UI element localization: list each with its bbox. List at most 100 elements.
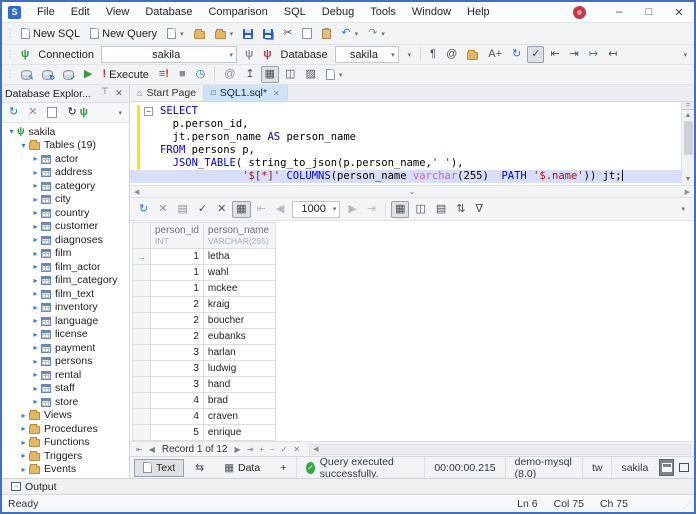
cell-person-id[interactable]: 3 xyxy=(151,361,204,377)
comment-lines-button[interactable]: ↦ xyxy=(585,46,602,63)
code-line-3[interactable]: jt.person_name AS person_name xyxy=(130,131,681,144)
table-row[interactable]: 4craven xyxy=(133,409,276,425)
run-button[interactable]: ▶ xyxy=(80,66,96,83)
table-row[interactable]: 2eubanks xyxy=(133,329,276,345)
expand-icon[interactable]: ▸ xyxy=(30,289,41,298)
maximize-button[interactable]: □ xyxy=(634,3,664,22)
refresh-intellisense-button[interactable]: ↻ xyxy=(508,46,525,63)
splitter-handle[interactable]: = xyxy=(682,102,694,110)
cell-person-name[interactable]: enrique xyxy=(203,425,275,441)
reconnect-button[interactable] xyxy=(38,66,57,83)
cell-person-id[interactable]: 4 xyxy=(151,393,204,409)
toolbar-overflow-button[interactable]: ▾ xyxy=(678,46,691,63)
expand-icon[interactable]: ▸ xyxy=(30,316,41,325)
cell-person-name[interactable]: kraig xyxy=(203,297,275,313)
collapse-icon[interactable]: ▾ xyxy=(6,127,17,136)
row-gutter[interactable] xyxy=(133,361,151,377)
cell-person-id[interactable]: 1 xyxy=(151,281,204,297)
results-revert-button[interactable]: ✕ xyxy=(213,201,230,218)
expand-icon[interactable]: ▸ xyxy=(30,249,41,258)
expand-icon[interactable]: ▸ xyxy=(30,303,41,312)
new-sql-button[interactable]: New SQL xyxy=(17,25,84,42)
open-containing-folder-button[interactable] xyxy=(463,46,482,63)
close-connection-button[interactable]: ψ xyxy=(259,46,275,63)
comment-format-button[interactable]: ¶ xyxy=(426,46,440,63)
expand-icon[interactable]: ▸ xyxy=(30,168,41,177)
menu-sql[interactable]: SQL xyxy=(276,4,314,20)
new-document-button[interactable]: ▾ xyxy=(163,25,188,42)
page-last-button[interactable]: ⇥ xyxy=(363,201,380,218)
cell-person-name[interactable]: hand xyxy=(203,377,275,393)
table-row[interactable]: 3hand xyxy=(133,377,276,393)
paste-button[interactable] xyxy=(318,25,335,42)
scroll-right-icon[interactable]: ▶ xyxy=(681,188,694,196)
filter-button[interactable]: ∇ xyxy=(472,201,487,218)
tree-item-rental[interactable]: ▸rental xyxy=(2,368,129,382)
column-visibility-button[interactable]: ▤ xyxy=(432,201,450,218)
expand-icon[interactable]: ▸ xyxy=(30,181,41,190)
tree-item-sakila[interactable]: ▾ψsakila xyxy=(2,125,129,139)
tree-item-triggers[interactable]: ▸Triggers xyxy=(2,449,129,463)
cell-person-name[interactable]: brad xyxy=(203,393,275,409)
tab-output[interactable]: → Output xyxy=(7,481,61,493)
tree-item-events[interactable]: ▸Events xyxy=(2,463,129,477)
open-file-button[interactable] xyxy=(190,25,209,42)
query-history-button[interactable]: ◷ xyxy=(192,66,210,83)
database-dropdown-button[interactable]: ▾ xyxy=(403,46,416,63)
save-button[interactable] xyxy=(239,25,257,42)
row-gutter[interactable] xyxy=(133,281,151,297)
tree-item-tables-19-[interactable]: ▾Tables (19) xyxy=(2,139,129,153)
tree-item-film-category[interactable]: ▸film_category xyxy=(2,274,129,288)
explorer-refresh-button[interactable]: ↻ xyxy=(5,104,22,121)
scroll-left-icon[interactable]: ◀ xyxy=(130,188,143,196)
uncomment-lines-button[interactable]: ↤ xyxy=(604,46,621,63)
expand-icon[interactable]: ▸ xyxy=(18,451,29,460)
tree-item-inventory[interactable]: ▸inventory xyxy=(2,301,129,315)
tree-item-city[interactable]: ▸city xyxy=(2,193,129,207)
table-row[interactable]: →1letha xyxy=(133,249,276,265)
explorer-overflow-button[interactable]: ▾ xyxy=(113,104,126,121)
grid-view-button[interactable]: ▦ xyxy=(391,201,409,218)
tree-item-language[interactable]: ▸language xyxy=(2,314,129,328)
code-line-1[interactable]: SELECT xyxy=(130,105,681,118)
format-sql-button[interactable]: ✓ xyxy=(527,46,544,63)
new-connection-button[interactable]: ψ xyxy=(17,46,33,63)
grid-corner[interactable] xyxy=(133,223,151,249)
menu-tools[interactable]: Tools xyxy=(362,4,404,20)
menu-comparison[interactable]: Comparison xyxy=(200,4,275,20)
grid-horizontal-scrollbar[interactable]: ◀ xyxy=(309,444,691,455)
page-next-button[interactable]: ▶ xyxy=(344,201,360,218)
expand-icon[interactable]: ▸ xyxy=(18,438,29,447)
code-line-4[interactable]: FROM persons p, xyxy=(130,144,681,157)
visual-profiler-button[interactable]: ▨ xyxy=(301,66,319,83)
explorer-new-connection-button[interactable]: ↻ψ xyxy=(63,104,92,121)
menu-window[interactable]: Window xyxy=(404,4,459,20)
expand-icon[interactable]: ▸ xyxy=(30,384,41,393)
results-overflow-button[interactable]: ▾ xyxy=(676,201,689,218)
row-gutter[interactable] xyxy=(133,425,151,441)
minimize-button[interactable]: – xyxy=(604,3,634,22)
query-parameters-button[interactable]: @ xyxy=(220,66,239,83)
current-row-indicator[interactable]: → xyxy=(133,249,151,265)
row-gutter[interactable] xyxy=(133,329,151,345)
row-gutter[interactable] xyxy=(133,345,151,361)
record-commit-button[interactable]: ✓ xyxy=(278,445,291,454)
tab-close-icon[interactable]: ✕ xyxy=(273,89,280,98)
panel-pin-button[interactable] xyxy=(98,88,112,100)
tree-item-film[interactable]: ▸film xyxy=(2,247,129,261)
cell-person-id[interactable]: 1 xyxy=(151,265,204,281)
results-cancel-button[interactable]: ✕ xyxy=(154,201,171,218)
record-first-button[interactable]: ⇤ xyxy=(133,445,146,454)
sql-editor[interactable]: − SELECT p.person_id, jt.person_name AS … xyxy=(130,102,681,185)
cell-person-name[interactable]: eubanks xyxy=(203,329,275,345)
menu-file[interactable]: File xyxy=(29,4,63,20)
page-prev-button[interactable]: ◀ xyxy=(272,201,288,218)
cell-person-name[interactable]: mckee xyxy=(203,281,275,297)
record-prev-button[interactable]: ◀ xyxy=(146,445,158,454)
tab-start-page[interactable]: ⌂Start Page xyxy=(130,85,204,101)
expand-icon[interactable]: ▸ xyxy=(30,276,41,285)
record-last-button[interactable]: ⇥ xyxy=(244,445,257,454)
table-row[interactable]: 3ludwig xyxy=(133,361,276,377)
panel-close-button[interactable]: ✕ xyxy=(112,88,126,99)
tree-item-payment[interactable]: ▸payment xyxy=(2,341,129,355)
